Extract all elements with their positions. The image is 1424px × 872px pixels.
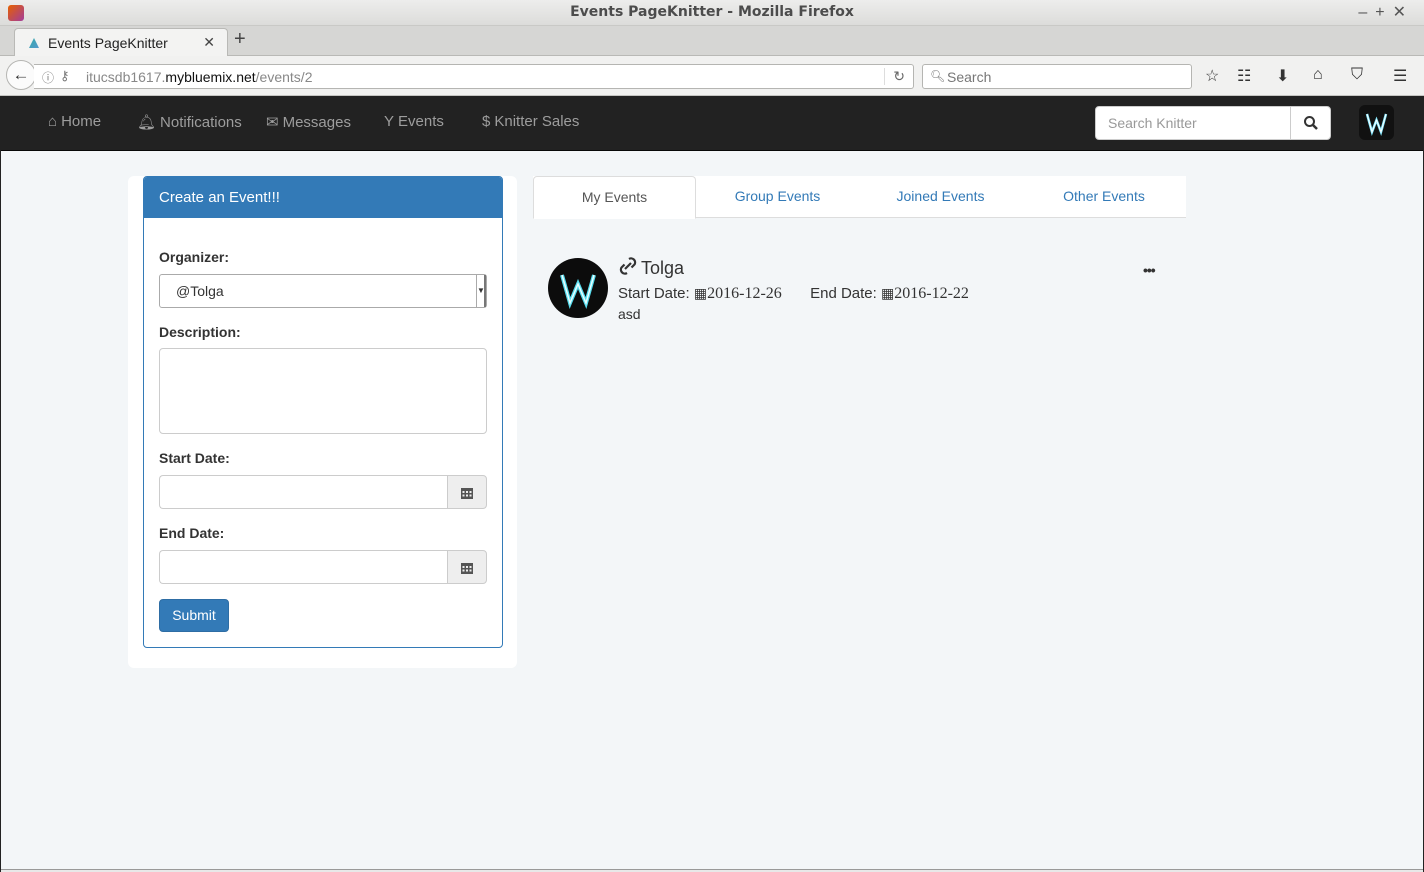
home-icon: ⌂: [48, 113, 58, 130]
hamburger-menu-icon[interactable]: ☰: [1393, 66, 1407, 86]
calendar-icon: ▦: [881, 285, 895, 301]
home-icon[interactable]: ⌂: [1313, 66, 1323, 84]
bell-icon: 🔔︎: [137, 114, 157, 131]
nav-notifications[interactable]: 🔔︎ Notifications: [137, 113, 242, 131]
tab-group-events[interactable]: Group Events: [696, 176, 859, 218]
calendar-icon: [461, 563, 473, 574]
create-event-panel: Create an Event!!! Organizer: @Tolga ▼ D…: [143, 176, 503, 648]
reload-icon[interactable]: ↻: [884, 68, 905, 85]
more-options-icon[interactable]: •••: [1143, 262, 1156, 278]
browser-toolbar: ← ⓘ ⚷ itucsdb1617.mybluemix.net/events/2…: [0, 56, 1424, 96]
user-avatar[interactable]: [1359, 105, 1394, 140]
nav-events-label: Events: [398, 113, 444, 130]
filter-icon: Y: [384, 113, 395, 130]
window-title: Events PageKnitter - Mozilla Firefox: [570, 4, 854, 20]
tab-other-events[interactable]: Other Events: [1022, 176, 1186, 218]
app-search-placeholder: Search Knitter: [1108, 115, 1197, 131]
nav-messages[interactable]: ✉ Messages: [266, 113, 351, 131]
event-start-value: 2016-12-26: [707, 285, 782, 302]
key-icon: ⚷: [60, 68, 70, 83]
nav-home-label: Home: [61, 113, 102, 130]
end-date-input[interactable]: [159, 550, 448, 584]
description-label: Description:: [159, 324, 241, 340]
link-icon[interactable]: [619, 256, 637, 281]
event-tabs: My Events Group Events Joined Events Oth…: [533, 176, 1186, 219]
app-search-input[interactable]: Search Knitter: [1095, 106, 1291, 140]
tab-my-events[interactable]: My Events: [533, 176, 696, 219]
event-description: asd: [618, 306, 641, 322]
envelope-icon: ✉: [266, 114, 279, 131]
event-start-label: Start Date:: [618, 285, 690, 302]
search-icon: [1303, 116, 1318, 130]
nav-knitter-sales[interactable]: $ Knitter Sales: [482, 113, 579, 130]
download-icon[interactable]: ⬇: [1276, 66, 1289, 86]
app-navbar: ⌂ Home 🔔︎ Notifications ✉ Messages Y Events …: [1, 96, 1423, 151]
search-magnifier-icon: 🔍︎: [930, 69, 946, 83]
description-textarea[interactable]: [159, 348, 487, 434]
event-end-value: 2016-12-22: [894, 285, 969, 302]
start-date-input[interactable]: [159, 475, 448, 509]
tab-close-icon[interactable]: ✕: [203, 34, 215, 51]
browser-tab-title: Events PageKnitter: [48, 35, 168, 51]
bookmark-star-icon[interactable]: ☆: [1205, 66, 1219, 86]
create-event-heading: Create an Event!!!: [144, 177, 502, 218]
walker-logo-icon: [560, 274, 596, 310]
address-bar[interactable]: ⓘ ⚷ itucsdb1617.mybluemix.net/events/2 ↻: [34, 64, 914, 89]
organizer-value: @Tolga: [176, 283, 224, 299]
end-date-label: End Date:: [159, 525, 225, 541]
window-titlebar: Events PageKnitter - Mozilla Firefox –+✕: [0, 0, 1424, 26]
event-organizer-name[interactable]: Tolga: [641, 258, 684, 279]
calendar-icon: ▦: [693, 285, 708, 301]
nav-notifications-label: Notifications: [160, 114, 242, 131]
event-end-label: End Date:: [810, 285, 877, 302]
submit-button[interactable]: Submit: [159, 599, 229, 632]
start-date-picker-button[interactable]: [447, 475, 487, 509]
nav-events[interactable]: Y Events: [384, 113, 444, 130]
event-avatar: [548, 258, 608, 318]
url-text: itucsdb1617.mybluemix.net/events/2: [86, 69, 313, 85]
window-controls[interactable]: –+✕: [1358, 2, 1414, 22]
browser-search-placeholder: Search: [947, 69, 992, 85]
caret-down-icon: ▼: [476, 275, 486, 307]
nav-home[interactable]: ⌂ Home: [48, 113, 101, 130]
new-tab-plus-icon[interactable]: +: [234, 28, 246, 51]
dollar-icon: $: [482, 113, 491, 130]
nav-messages-label: Messages: [282, 114, 351, 131]
tab-joined-events[interactable]: Joined Events: [859, 176, 1022, 218]
browser-tab[interactable]: Events PageKnitter ✕: [14, 28, 228, 57]
event-dates: Start Date: ▦2016-12-26 End Date: ▦2016-…: [618, 285, 969, 303]
walker-logo-icon: [1365, 113, 1388, 137]
reading-list-icon[interactable]: ☷: [1237, 66, 1251, 86]
page-viewport: ⌂ Home 🔔︎ Notifications ✉ Messages Y Events …: [0, 96, 1424, 872]
nav-knitter-sales-label: Knitter Sales: [494, 113, 580, 130]
organizer-select[interactable]: @Tolga ▼: [159, 274, 487, 308]
info-icon[interactable]: ⓘ: [42, 69, 54, 86]
favicon-icon: [29, 38, 39, 48]
app-search-button[interactable]: [1290, 106, 1331, 140]
calendar-icon: [461, 488, 473, 499]
start-date-label: Start Date:: [159, 450, 230, 466]
browser-search-box[interactable]: 🔍︎ Search: [922, 64, 1192, 89]
back-arrow-icon[interactable]: ←: [6, 60, 36, 90]
organizer-label: Organizer:: [159, 249, 230, 265]
pocket-icon[interactable]: ⛉: [1351, 66, 1363, 84]
end-date-picker-button[interactable]: [447, 550, 487, 584]
browser-tab-strip: Events PageKnitter ✕ +: [0, 26, 1424, 57]
